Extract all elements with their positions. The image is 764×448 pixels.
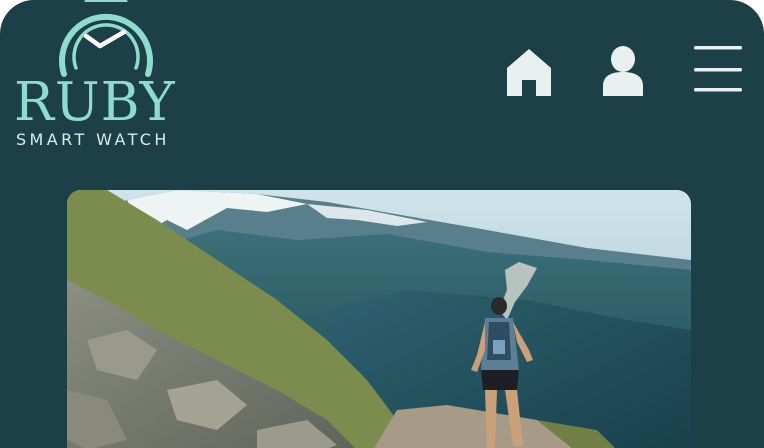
brand-logo[interactable]: RUBY SMART WATCH	[14, 0, 204, 152]
home-icon[interactable]	[503, 44, 555, 98]
brand-name: RUBY	[14, 72, 176, 133]
menu-icon[interactable]	[688, 44, 746, 98]
hero-image	[67, 190, 691, 448]
watch-icon	[59, 0, 153, 77]
brand-tagline: SMART WATCH	[16, 130, 170, 149]
trail-runner-photo	[67, 190, 691, 448]
app-frame: RUBY SMART WATCH	[0, 0, 764, 448]
user-icon[interactable]	[597, 44, 649, 98]
